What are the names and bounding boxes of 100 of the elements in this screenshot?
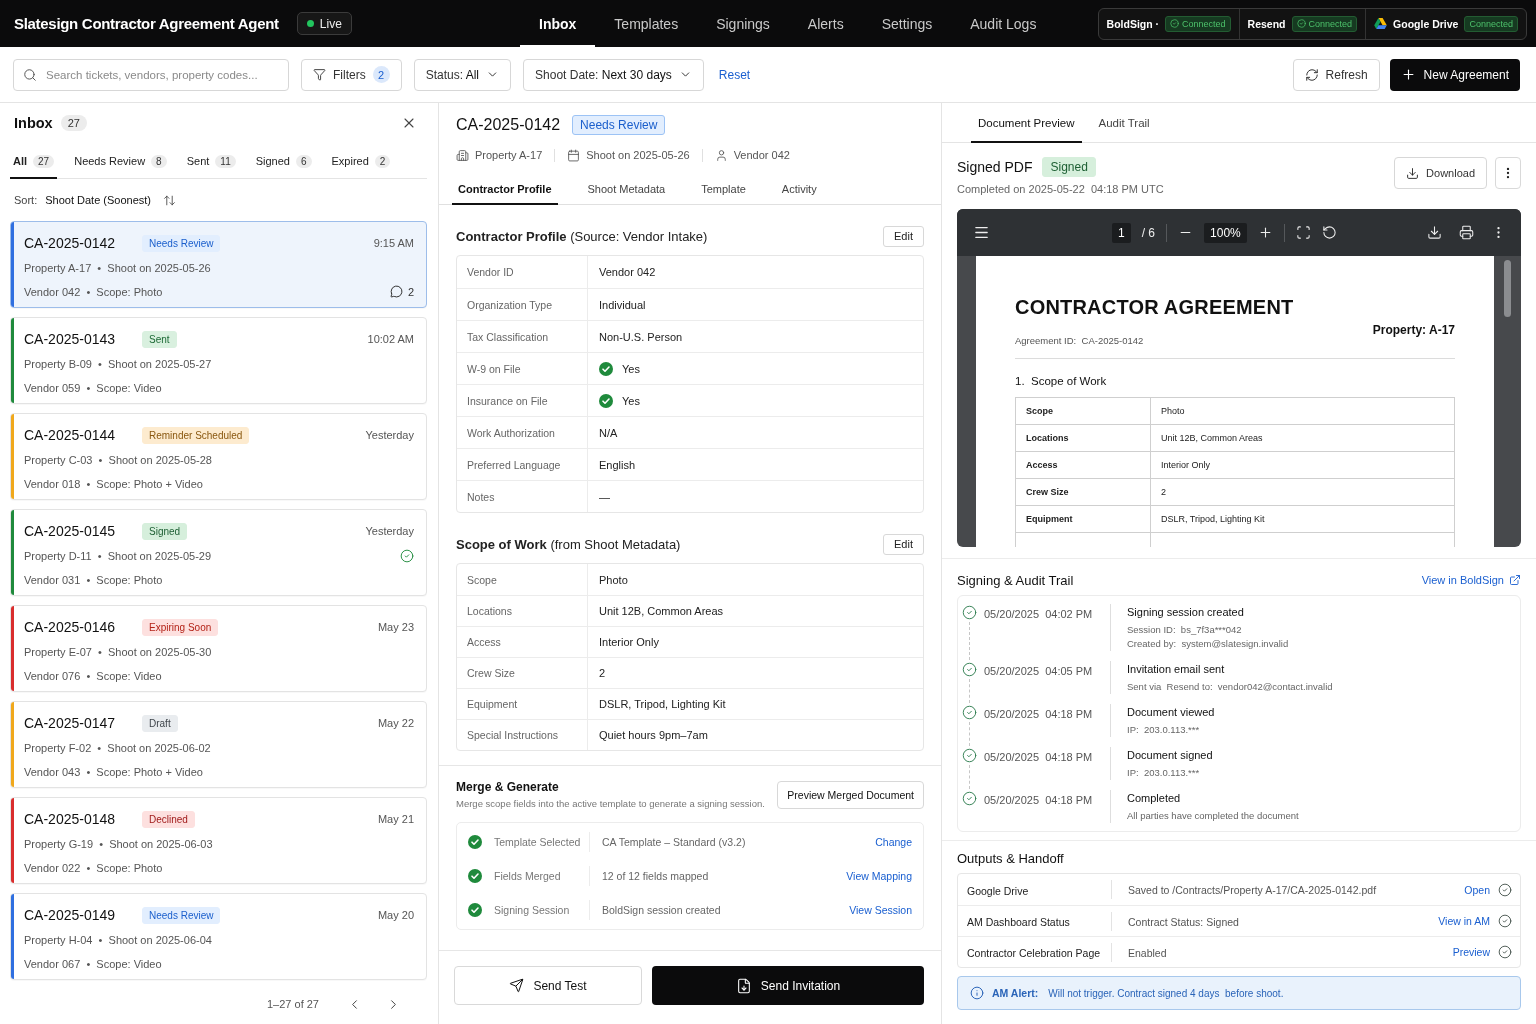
detail-tab[interactable]: Contractor Profile: [452, 172, 558, 205]
scrollbar-thumb[interactable]: [1504, 260, 1511, 317]
inbox-card[interactable]: CA-2025-0144 Reminder Scheduled Yesterday Property C-03 • Shoot on 2025-05-28 Vendor 018 • Scope: Photo + Video: [10, 413, 427, 500]
card-meta: Vendor 018 • Scope: Photo + Video: [24, 477, 203, 490]
meta-text: Vendor 042: [733, 149, 790, 161]
view-in-boldsign-link[interactable]: View in BoldSign: [1421, 574, 1521, 586]
reset-link[interactable]: Reset: [718, 67, 751, 82]
card-meta: Property A-17 • Shoot on 2025-05-26: [24, 261, 211, 274]
completion-time: Completed on 2025-05-22 04:18 PM UTC: [957, 183, 1164, 195]
event-title: Invitation email sent: [1127, 662, 1225, 677]
field-label: Access: [467, 636, 501, 648]
send-test-button[interactable]: Send Test: [454, 966, 642, 1005]
output-value: Saved to /Contracts/Property A-17/CA-2025-0142.pdf: [1128, 884, 1377, 896]
inbox-card[interactable]: CA-2025-0143 Sent 10:02 AM Property B-09 • Shoot on 2025-05-27 Vendor 059 • Scope: Video: [10, 317, 427, 404]
preview-merged-document-button[interactable]: Preview Merged Document: [777, 780, 924, 809]
check-icon: [599, 361, 613, 376]
rotate-icon[interactable]: [1321, 225, 1337, 240]
menu-icon[interactable]: [973, 224, 990, 241]
nav-tab[interactable]: Inbox: [520, 0, 596, 47]
preview-tab[interactable]: Document Preview: [971, 103, 1082, 143]
nav-tab[interactable]: Alerts: [788, 0, 863, 47]
output-action-link[interactable]: Open: [1464, 883, 1490, 896]
inbox-filter-tab[interactable]: Needs Review 8: [71, 143, 170, 179]
section-title: Scope of Work (from Shoot Metadata): [456, 536, 681, 552]
page-number-field[interactable]: 1: [1112, 222, 1131, 243]
field-label: Vendor ID: [467, 266, 514, 278]
file-icon: [735, 977, 752, 994]
card-time: May 23: [377, 621, 414, 633]
agreement-id: CA-2025-0142: [24, 235, 117, 251]
nav-tab[interactable]: Signings: [697, 0, 789, 47]
output-value: Enabled: [1128, 946, 1167, 959]
event-title: Document viewed: [1127, 705, 1215, 720]
inbox-card[interactable]: CA-2025-0142 Needs Review 9:15 AM Property A-17 • Shoot on 2025-05-26 Vendor 042 • Scope: Photo 2: [10, 221, 427, 308]
preview-tab[interactable]: Audit Trail: [1091, 103, 1157, 143]
external-link-icon: [1509, 574, 1521, 586]
inbox-card[interactable]: CA-2025-0149 Needs Review May 20 Property H-04 • Shoot on 2025-06-04 Vendor 067 • Scope: Video: [10, 893, 427, 980]
corner-frame-icon[interactable]: [1295, 225, 1311, 240]
edit-button[interactable]: Edit: [883, 533, 924, 555]
new-agreement-button[interactable]: New Agreement: [1389, 58, 1520, 91]
inbox-card[interactable]: CA-2025-0148 Declined May 21 Property G-19 • Shoot on 2025-06-03 Vendor 022 • Scope: Photo: [10, 797, 427, 884]
agreement-id: CA-2025-0143: [24, 331, 117, 347]
sort-dropdown[interactable]: Shoot Date (Soonest): [45, 194, 152, 206]
field-label: W-9 on File: [467, 362, 521, 375]
check-circle-icon: [961, 705, 977, 720]
detail-tab[interactable]: Shoot Metadata: [581, 172, 672, 205]
integration-name: Resend: [1247, 17, 1286, 30]
inbox-filter-tab[interactable]: Expired 2: [328, 143, 394, 179]
nav-tab[interactable]: Templates: [595, 0, 698, 47]
card-time: 10:02 AM: [367, 333, 414, 345]
field-label: Insurance on File: [467, 394, 548, 407]
field-label: Preferred Language: [467, 458, 561, 471]
card-time: May 20: [377, 909, 414, 921]
edit-button[interactable]: Edit: [883, 225, 924, 247]
download-button[interactable]: Download: [1394, 157, 1487, 189]
card-meta: Property D-11 • Shoot on 2025-05-29: [24, 549, 212, 562]
card-meta: Property C-03 • Shoot on 2025-05-28: [24, 453, 212, 466]
zoom-level-field[interactable]: 100%: [1204, 222, 1247, 243]
event-detail: Created by: system@slatesign.invalid: [1127, 637, 1289, 651]
integration-name: Google Drive: [1393, 17, 1459, 30]
calendar-icon: [567, 148, 581, 162]
search-field[interactable]: Search tickets, vendors, property codes...: [13, 58, 289, 91]
inbox-filter-tab[interactable]: Signed 6: [252, 143, 315, 179]
card-time: May 21: [377, 813, 414, 825]
inbox-card[interactable]: CA-2025-0146 Expiring Soon May 23 Property E-07 • Shoot on 2025-05-30 Vendor 076 • Scope: Video: [10, 605, 427, 692]
detail-tab[interactable]: Template: [695, 172, 752, 205]
sort-icon[interactable]: [163, 193, 177, 207]
document-table-value: Photo: [1161, 406, 1185, 416]
field-value: —: [599, 490, 610, 503]
inbox-filter-tab[interactable]: All 27: [10, 143, 58, 179]
step-action-link[interactable]: View Mapping: [846, 870, 912, 882]
filter-dropdown[interactable]: Shoot Date: Next 30 days: [523, 58, 704, 91]
refresh-button[interactable]: Refresh: [1292, 58, 1380, 91]
field-label: Tax Classification: [467, 330, 549, 343]
sort-label: Sort:: [14, 194, 38, 206]
comment-count: 2: [407, 285, 414, 298]
card-meta: Property F-02 • Shoot on 2025-06-02: [24, 741, 211, 754]
agreement-id: CA-2025-0145: [24, 523, 117, 539]
nav-tab[interactable]: Settings: [862, 0, 952, 47]
field-value: Individual: [599, 298, 646, 311]
download-icon[interactable]: [1427, 225, 1442, 240]
step-action-link[interactable]: View Session: [849, 904, 912, 916]
inbox-filter-tab[interactable]: Sent 11: [183, 143, 239, 179]
step-action-link[interactable]: Change: [875, 836, 912, 848]
send-invitation-button[interactable]: Send Invitation: [652, 966, 924, 1005]
output-action-link[interactable]: Preview: [1452, 946, 1490, 958]
filter-count-badge: 2: [372, 66, 390, 83]
inbox-card[interactable]: CA-2025-0145 Signed Yesterday Property D-11 • Shoot on 2025-05-29 Vendor 031 • Scope: Photo: [10, 509, 427, 596]
output-action-link[interactable]: View in AM: [1438, 915, 1490, 927]
printer-icon[interactable]: [1459, 225, 1474, 240]
plus-icon[interactable]: [1257, 225, 1273, 240]
document-table-label: Equipment: [1026, 514, 1073, 524]
step-label: Fields Merged: [494, 866, 590, 886]
inbox-card[interactable]: CA-2025-0147 Draft May 22 Property F-02 • Shoot on 2025-06-02 Vendor 043 • Scope: Photo + Video: [10, 701, 427, 788]
step-value: CA Template – Standard (v3.2): [601, 836, 747, 848]
filter-dropdown[interactable]: Status: All: [413, 58, 512, 91]
detail-tab[interactable]: Activity: [775, 172, 823, 205]
app-title: Slatesign Contractor Agreement Agent: [14, 15, 279, 32]
nav-tab[interactable]: Audit Logs: [951, 0, 1056, 47]
event-time: 05/20/2025 04:18 PM: [983, 751, 1093, 763]
filters-button[interactable]: Filters 2: [301, 58, 402, 91]
